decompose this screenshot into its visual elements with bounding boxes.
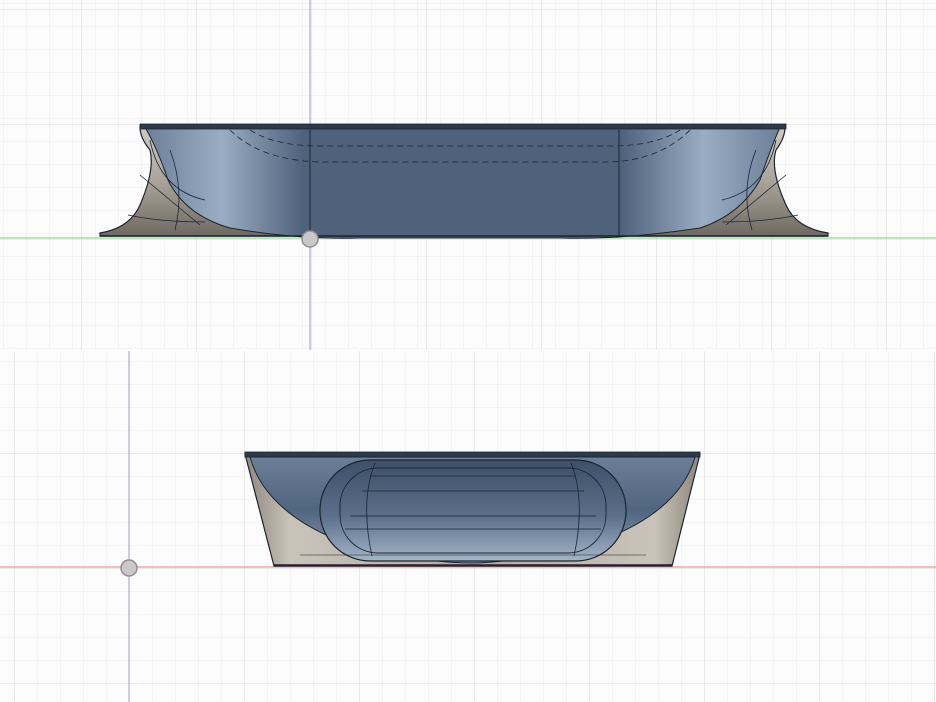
origin-point-icon[interactable] <box>120 559 138 577</box>
viewport-side-canvas[interactable] <box>0 351 936 702</box>
viewport-side[interactable] <box>0 351 936 702</box>
viewport-front[interactable] <box>0 0 936 350</box>
viewport-front-canvas[interactable] <box>0 0 936 350</box>
model-body-front[interactable] <box>99 123 829 239</box>
origin-point-icon[interactable] <box>301 230 319 248</box>
model-body-side[interactable] <box>244 451 701 567</box>
